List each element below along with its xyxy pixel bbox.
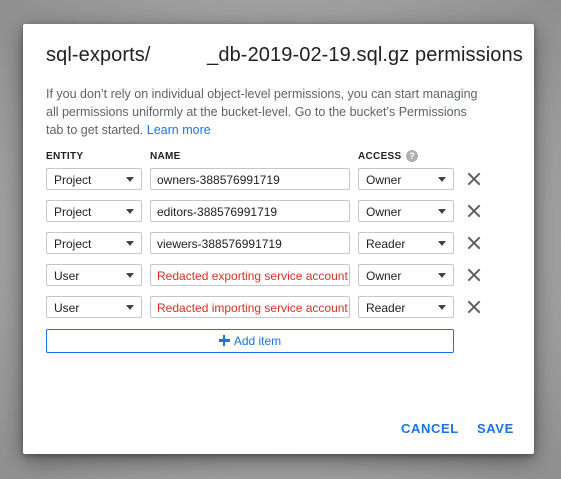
access-select-value: Reader — [366, 301, 406, 315]
name-input[interactable]: editors-388576991719 — [150, 200, 350, 222]
entity-select-value: Project — [54, 237, 92, 251]
name-input[interactable]: Redacted importing service account — [150, 296, 350, 318]
name-input-value: Redacted importing service account — [157, 301, 348, 315]
name-input-value: Redacted exporting service account — [157, 269, 348, 283]
plus-icon — [218, 335, 230, 346]
close-icon[interactable] — [466, 235, 482, 251]
entity-column-header: ENTITY — [46, 151, 84, 162]
name-input[interactable]: Redacted exporting service account — [150, 264, 350, 286]
add-item-button[interactable]: Add item — [46, 329, 454, 353]
entity-select-value: Project — [54, 205, 92, 219]
name-input-value: viewers-388576991719 — [157, 237, 282, 251]
save-button[interactable]: SAVE — [477, 421, 514, 436]
access-select[interactable]: Reader — [358, 296, 454, 318]
entity-select-value: User — [54, 301, 80, 315]
chevron-down-icon — [438, 241, 446, 246]
entity-select[interactable]: Project — [46, 168, 142, 190]
entity-select[interactable]: User — [46, 296, 142, 318]
chevron-down-icon — [438, 209, 446, 214]
permission-row: User Redacted exporting service account Ow… — [23, 264, 534, 288]
access-select[interactable]: Reader — [358, 232, 454, 254]
permissions-dialog: sql-exports/ _db-2019-02-19.sql.gz permi… — [23, 24, 534, 454]
permission-row: User Redacted importing service account Re… — [23, 296, 534, 320]
learn-more-link[interactable]: Learn more — [147, 123, 211, 137]
close-icon[interactable] — [466, 203, 482, 219]
permission-row: Project viewers-388576991719 Reader — [23, 232, 534, 256]
description-text: If you don’t rely on individual object-l… — [46, 87, 478, 137]
access-select[interactable]: Owner — [358, 264, 454, 286]
access-select-value: Owner — [366, 269, 402, 283]
name-column-header: NAME — [150, 151, 181, 162]
chevron-down-icon — [126, 209, 134, 214]
access-column-header: ACCESS — [358, 151, 402, 162]
close-icon[interactable] — [466, 299, 482, 315]
name-input-value: editors-388576991719 — [157, 205, 278, 219]
access-select[interactable]: Owner — [358, 200, 454, 222]
close-icon[interactable] — [466, 267, 482, 283]
chevron-down-icon — [438, 177, 446, 182]
name-input[interactable]: viewers-388576991719 — [150, 232, 350, 254]
name-input[interactable]: owners-388576991719 — [150, 168, 350, 190]
chevron-down-icon — [438, 273, 446, 278]
entity-select-value: Project — [54, 173, 92, 187]
name-input-value: owners-388576991719 — [157, 173, 280, 187]
chevron-down-icon — [126, 241, 134, 246]
help-icon[interactable]: ? — [406, 150, 418, 162]
dialog-description: If you don’t rely on individual object-l… — [46, 85, 486, 139]
access-select[interactable]: Owner — [358, 168, 454, 190]
chevron-down-icon — [438, 305, 446, 310]
access-select-value: Owner — [366, 173, 402, 187]
add-item-label: Add item — [233, 334, 282, 348]
access-select-value: Owner — [366, 205, 402, 219]
cancel-button[interactable]: CANCEL — [401, 421, 459, 436]
close-icon[interactable] — [466, 171, 482, 187]
access-select-value: Reader — [366, 237, 406, 251]
chevron-down-icon — [126, 305, 134, 310]
entity-select[interactable]: Project — [46, 200, 142, 222]
permission-row: Project editors-388576991719 Owner — [23, 200, 534, 224]
dialog-title: sql-exports/ _db-2019-02-19.sql.gz permi… — [46, 44, 523, 66]
entity-select[interactable]: Project — [46, 232, 142, 254]
chevron-down-icon — [126, 177, 134, 182]
permission-row: Project owners-388576991719 Owner — [23, 168, 534, 192]
chevron-down-icon — [126, 273, 134, 278]
entity-select-value: User — [54, 269, 80, 283]
entity-select[interactable]: User — [46, 264, 142, 286]
